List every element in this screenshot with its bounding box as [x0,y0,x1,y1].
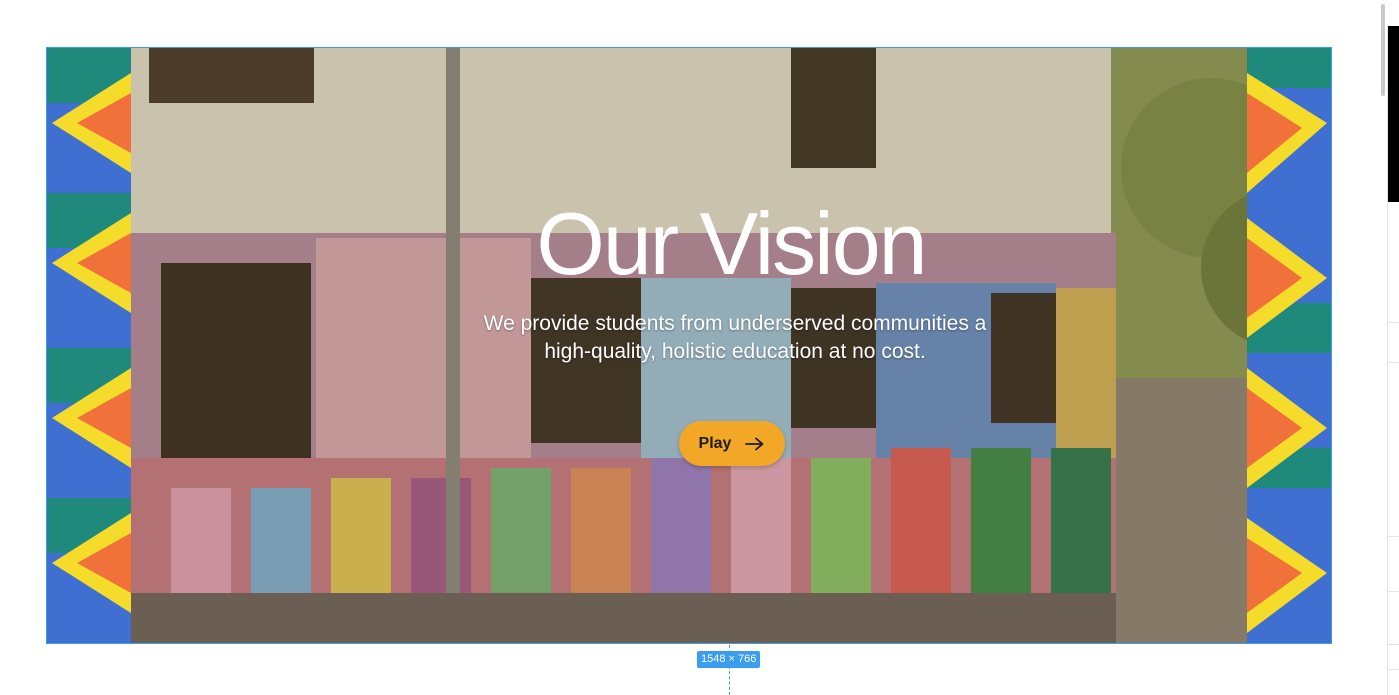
panel-divider [1388,591,1399,592]
play-button-label: Play [698,434,732,452]
hero-subtitle: We provide students from underserved com… [483,312,987,363]
panel-divider [1388,362,1399,363]
vertical-scrollbar-thumb[interactable] [1381,4,1385,96]
panel-divider [1388,322,1399,323]
decorative-band-right [1247,48,1331,643]
decorative-band-left [47,48,131,643]
panel-divider [1388,669,1399,670]
panel-divider [1388,644,1399,645]
selection-size-badge: 1548 × 766 [697,651,761,668]
hero-content: Our Vision We provide students from unde… [131,48,1331,643]
design-canvas: Our Vision We provide students from unde… [0,0,1399,695]
hero-background-photo: Our Vision We provide students from unde… [131,48,1331,643]
arrow-right-icon [745,437,764,450]
hero-title: Our Vision [536,194,927,293]
panel-divider [1388,536,1399,537]
panel-dark-block [1388,26,1399,202]
play-button[interactable]: Play [679,421,785,466]
right-side-panel [1387,26,1399,695]
hero-section-frame[interactable]: Our Vision We provide students from unde… [46,47,1332,644]
